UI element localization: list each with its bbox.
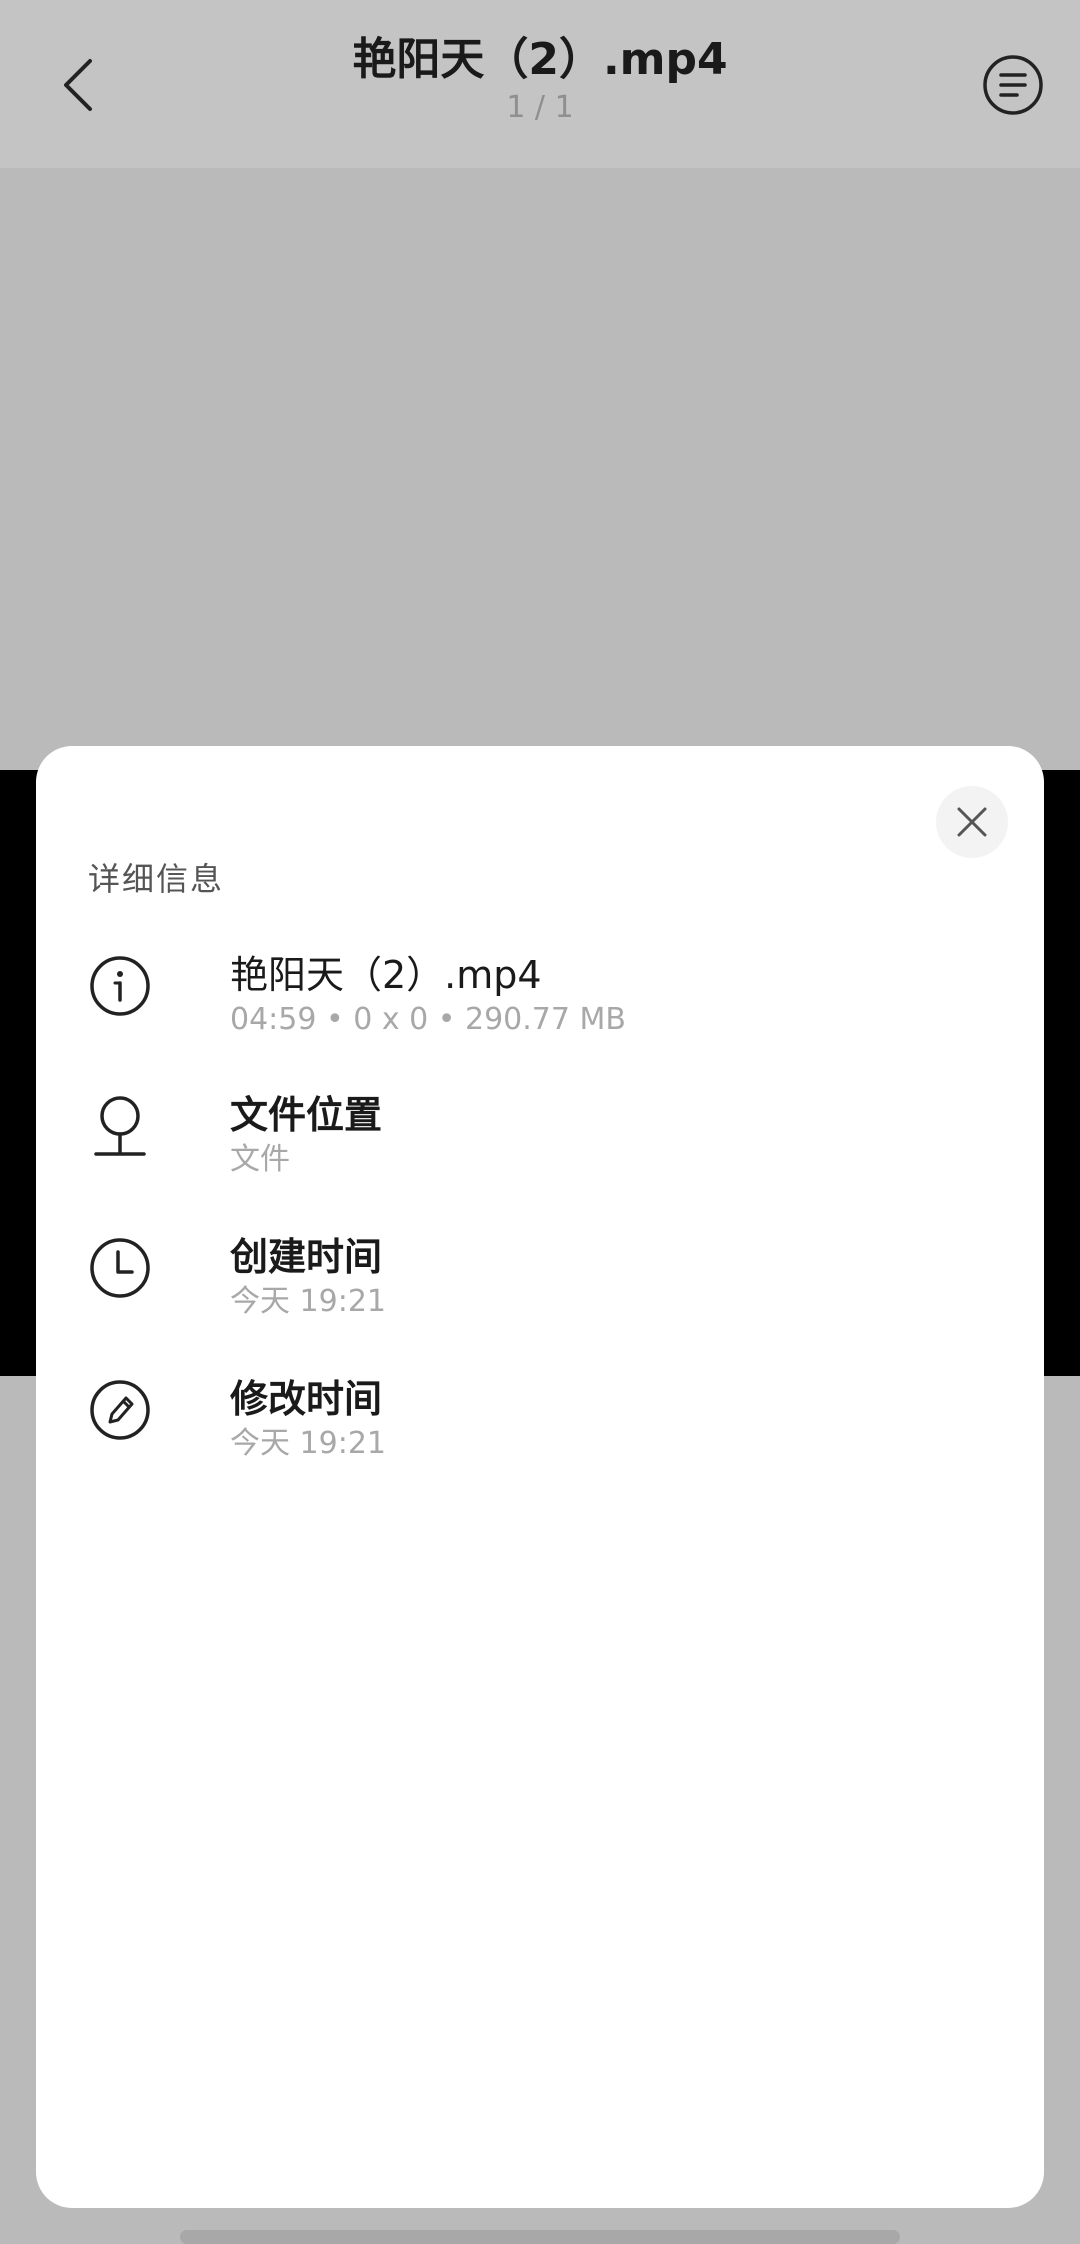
details-sheet: 详细信息 艳阳天（2）.mp4 04:59 • 0 x 0 • 290.77 M… bbox=[36, 746, 1044, 2208]
menu-button[interactable] bbox=[972, 44, 1054, 126]
chevron-left-icon bbox=[64, 59, 92, 111]
back-button[interactable] bbox=[40, 40, 116, 130]
close-icon bbox=[957, 807, 987, 837]
location-value: 文件 bbox=[230, 1142, 290, 1177]
modified-label: 修改时间 bbox=[230, 1377, 383, 1421]
location-pin-icon bbox=[88, 1094, 152, 1158]
created-value: 今天 19:21 bbox=[230, 1284, 386, 1319]
location-label: 文件位置 bbox=[230, 1093, 383, 1137]
detail-row-file-name: 艳阳天（2）.mp4 04:59 • 0 x 0 • 290.77 MB bbox=[88, 950, 988, 1060]
page-counter: 1 / 1 bbox=[506, 90, 574, 125]
bottom-handle bbox=[180, 2230, 900, 2244]
top-app-bar: 艳阳天（2）.mp4 1 / 1 bbox=[0, 0, 1080, 168]
created-label: 创建时间 bbox=[230, 1235, 383, 1279]
title-block: 艳阳天（2）.mp4 1 / 1 bbox=[200, 28, 880, 126]
detail-row-created: 创建时间 今天 19:21 bbox=[88, 1232, 988, 1342]
page-title: 艳阳天（2）.mp4 bbox=[352, 34, 728, 85]
list-menu-icon bbox=[983, 55, 1043, 115]
pencil-icon bbox=[88, 1378, 152, 1442]
info-icon bbox=[88, 954, 152, 1018]
file-meta: 04:59 • 0 x 0 • 290.77 MB bbox=[230, 1002, 626, 1037]
modified-value: 今天 19:21 bbox=[230, 1426, 386, 1461]
detail-row-modified: 修改时间 今天 19:21 bbox=[88, 1374, 988, 1484]
clock-icon bbox=[88, 1236, 152, 1300]
detail-row-location[interactable]: 文件位置 文件 bbox=[88, 1090, 988, 1200]
close-button[interactable] bbox=[936, 786, 1008, 858]
sheet-title: 详细信息 bbox=[88, 860, 225, 898]
file-name: 艳阳天（2）.mp4 bbox=[230, 953, 542, 997]
